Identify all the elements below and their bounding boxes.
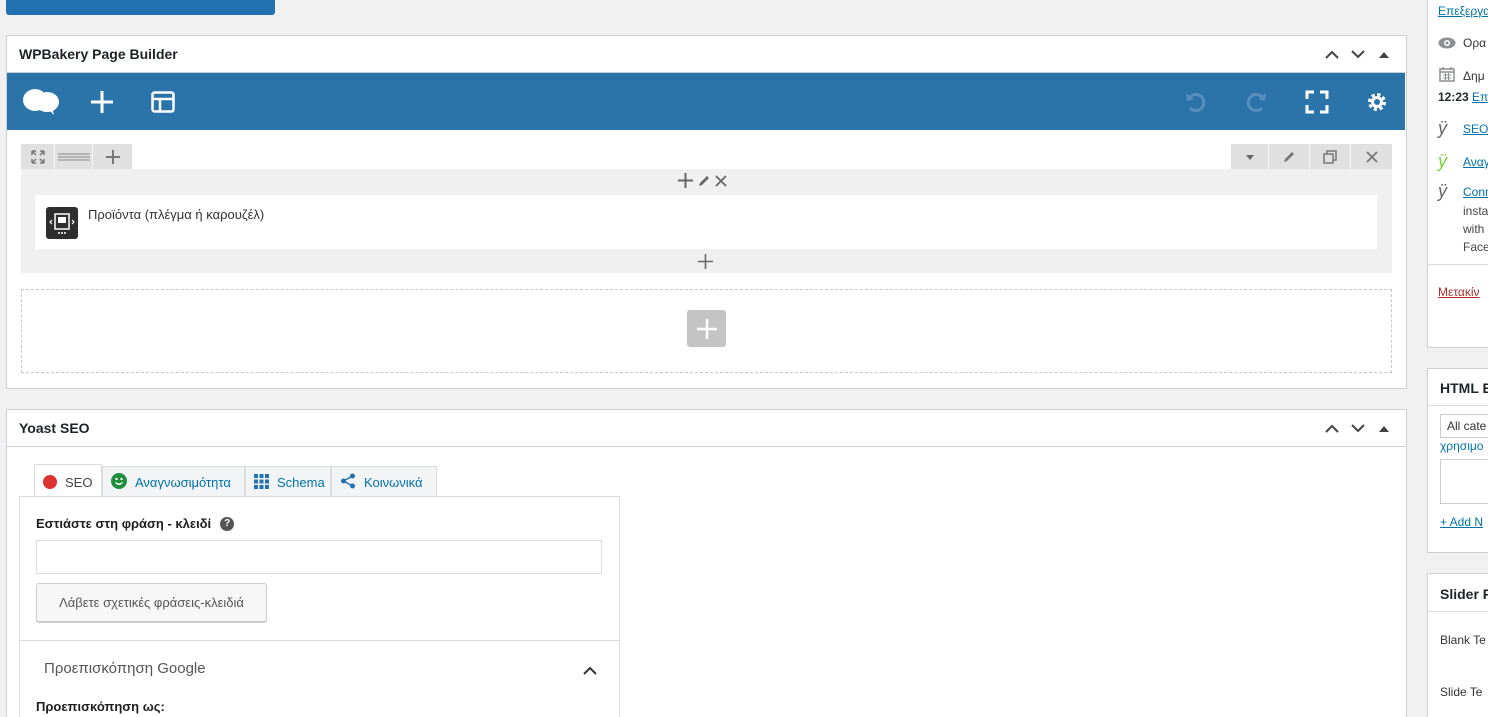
slider-revolution-box: Slider R Blank Te Slide Te [1427,573,1488,717]
focus-keyphrase-input[interactable] [36,540,602,574]
undo-icon[interactable] [1182,73,1210,130]
yoast-tabs: SEO Αναγνωσιμότητα Schema Κοινωνικά [34,464,437,499]
row-container: Προϊόντα (πλέγμα ή καρουζέλ) [21,169,1392,273]
focus-keyphrase-label-row: Εστιάστε στη φράση - κλειδί ? [36,516,235,531]
edit-status-link[interactable]: Επεξεργα [1438,4,1488,18]
visibility-label: Ορα [1463,36,1487,50]
share-icon [340,473,356,492]
connect-text-line3: Face [1463,240,1488,254]
postbox-controls [1323,410,1393,447]
google-preview-heading[interactable]: Προεπισκόπηση Google [44,660,206,677]
tab-label: Αναγνωσιμότητα [135,475,231,490]
column-add-icon[interactable] [678,173,693,191]
collapse-toggle-icon[interactable] [1375,420,1393,438]
grid-icon [254,473,269,492]
empty-row-dropzone[interactable] [21,289,1392,373]
row-delete-icon[interactable] [1351,144,1392,170]
tab-label: Κοινωνικά [364,475,423,490]
most-used-link[interactable]: χρησιμο [1440,439,1483,453]
yoast-postbox: Yoast SEO SEO Αναγνωσιμότητα Schema Κοιν… [6,409,1407,717]
wpbakery-toolbar [7,73,1405,130]
category-list [1440,459,1488,504]
move-to-trash-link[interactable]: Μετακίν [1438,285,1480,299]
wpbakery-title: WPBakery Page Builder [19,46,178,62]
tab-readability[interactable]: Αναγνωσιμότητα [102,466,245,498]
move-up-icon[interactable] [1323,46,1341,64]
fullscreen-icon[interactable] [1303,73,1331,130]
add-row-plus-icon[interactable] [687,310,726,347]
calendar-icon [1439,66,1455,85]
chevron-up-icon[interactable] [583,663,597,678]
eye-icon [1438,37,1456,52]
divider [1428,611,1488,612]
row-clone-icon[interactable] [1310,144,1351,170]
html-block-box: HTML B All cate χρησιμο + Add N [1427,368,1488,553]
templates-icon[interactable] [149,73,177,130]
preview-as-label: Προεπισκόπηση ως: [36,699,165,714]
category-select[interactable]: All cate [1440,414,1488,438]
add-new-category-link[interactable]: + Add N [1440,515,1483,529]
connect-text-line1: insta [1463,204,1488,218]
divider [20,640,619,641]
collapse-toggle-icon[interactable] [1375,46,1393,64]
content-element-products[interactable]: Προϊόντα (πλέγμα ή καρουζέλ) [35,195,1377,249]
yoast-y-green-icon: ÿ [1438,151,1447,171]
category-select-value: All cate [1447,419,1487,433]
column-controls [678,173,727,191]
wpbakery-header: WPBakery Page Builder [7,36,1406,73]
seo-tab-panel: Εστιάστε στη φράση - κλειδί ? Λάβετε σχε… [19,496,620,717]
row-add-column-icon[interactable] [93,144,133,170]
blank-template-option[interactable]: Blank Te [1440,633,1486,647]
tab-label: SEO [65,474,93,490]
move-up-icon[interactable] [1323,420,1341,438]
html-box-title: HTML B [1440,380,1488,396]
wpbakery-logo-icon[interactable] [21,73,61,130]
connect-link[interactable]: Conn [1463,185,1488,199]
divider [1428,405,1488,406]
publish-box: Επεξεργα Ορα Δημ 12:23 Επ ÿ SEO: ÿ Αναγ … [1427,0,1488,348]
add-element-icon[interactable] [88,73,116,130]
seo-score-link[interactable]: SEO: [1463,122,1488,136]
connect-text-line2: with [1463,222,1485,236]
yoast-y-icon: ÿ [1438,181,1447,201]
yoast-header: Yoast SEO [7,410,1406,447]
wpbakery-postbox: WPBakery Page Builder Προϊόντα (πλέγμα ή… [6,35,1407,389]
yoast-y-icon: ÿ [1438,118,1447,138]
tab-schema[interactable]: Schema [245,466,331,498]
row-edit-pencil-icon[interactable] [1269,144,1310,170]
tab-seo[interactable]: SEO [34,464,102,499]
edit-date-link[interactable]: Επ [1472,90,1488,104]
slide-template-option[interactable]: Slide Te [1440,685,1482,699]
focus-keyphrase-label: Εστιάστε στη φράση - κλειδί [36,516,212,531]
publish-time: 12:23 [1438,90,1469,104]
move-down-icon[interactable] [1349,420,1367,438]
row-toggle-icon[interactable] [1231,144,1269,170]
tab-social[interactable]: Κοινωνικά [331,466,437,498]
move-down-icon[interactable] [1349,46,1367,64]
seo-score-red-icon [43,475,57,489]
yoast-title: Yoast SEO [19,420,90,436]
redo-icon[interactable] [1242,73,1270,130]
postbox-controls [1323,36,1393,73]
divider [1428,264,1488,265]
column-edit-icon[interactable] [697,174,711,191]
help-icon[interactable]: ? [220,516,235,531]
row-controls-right [1231,144,1392,170]
tab-label: Schema [277,475,325,490]
add-element-below-icon[interactable] [698,254,713,272]
row-move-icon[interactable] [21,144,55,170]
element-title: Προϊόντα (πλέγμα ή καρουζέλ) [88,207,265,222]
readability-score-link[interactable]: Αναγ [1463,155,1488,169]
column-delete-icon[interactable] [715,174,727,190]
publish-button-edge[interactable] [6,0,275,15]
publish-date-label: Δημ [1463,69,1485,83]
smiley-good-icon [111,473,127,492]
row-layout-icon[interactable] [55,144,93,170]
slider-box-title: Slider R [1440,586,1488,602]
settings-gear-icon[interactable] [1363,73,1391,130]
row-controls-left [21,144,133,170]
related-keyphrases-button[interactable]: Λάβετε σχετικές φράσεις-κλειδιά [36,583,267,622]
products-carousel-icon [46,207,78,239]
